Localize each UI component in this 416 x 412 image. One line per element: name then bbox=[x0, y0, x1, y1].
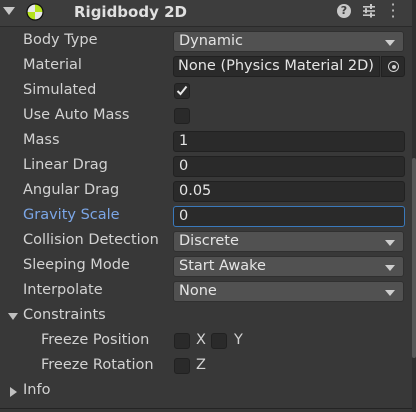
chevron-down-icon bbox=[385, 265, 395, 271]
angular-drag-value: 0.05 bbox=[179, 183, 212, 199]
mass-row: Mass 1 bbox=[0, 129, 412, 154]
material-row: Material None (Physics Material 2D) bbox=[0, 54, 412, 79]
mass-value: 1 bbox=[179, 133, 189, 149]
use-auto-mass-label: Use Auto Mass bbox=[23, 107, 130, 123]
gravity-scale-label: Gravity Scale bbox=[23, 207, 120, 223]
chevron-down-icon bbox=[385, 240, 395, 246]
constraints-foldout[interactable]: Constraints bbox=[0, 304, 412, 329]
collision-detection-value: Discrete bbox=[179, 233, 239, 249]
sleeping-mode-row: Sleeping Mode Start Awake bbox=[0, 254, 412, 279]
angular-drag-row: Angular Drag 0.05 bbox=[0, 179, 412, 204]
info-foldout[interactable]: Info bbox=[0, 379, 412, 404]
component-title: Rigidbody 2D bbox=[74, 3, 187, 21]
material-label: Material bbox=[23, 57, 82, 73]
freeze-position-row: Freeze Position X Y bbox=[0, 329, 412, 354]
fold-down-icon[interactable] bbox=[8, 313, 18, 320]
preset-icon[interactable] bbox=[361, 3, 377, 19]
body-type-row: Body Type Dynamic bbox=[0, 29, 412, 54]
scrollbar-thumb[interactable] bbox=[412, 158, 416, 358]
interpolate-dropdown[interactable]: None bbox=[173, 281, 404, 302]
kebab-menu-icon[interactable]: · · · bbox=[389, 0, 397, 25]
object-picker-button[interactable] bbox=[381, 56, 405, 77]
use-auto-mass-row: Use Auto Mass bbox=[0, 104, 412, 129]
linear-drag-field[interactable]: 0 bbox=[173, 156, 405, 177]
fold-arrow-icon[interactable] bbox=[3, 7, 15, 15]
chevron-down-icon bbox=[385, 40, 395, 46]
simulated-row: Simulated bbox=[0, 79, 412, 104]
material-value: None (Physics Material 2D) bbox=[178, 58, 374, 74]
collision-detection-row: Collision Detection Discrete bbox=[0, 229, 412, 254]
interpolate-value: None bbox=[179, 283, 217, 299]
scrollbar[interactable] bbox=[412, 0, 416, 412]
collision-detection-dropdown[interactable]: Discrete bbox=[173, 231, 404, 252]
freeze-rotation-z-label: Z bbox=[196, 357, 206, 373]
freeze-position-y-checkbox[interactable] bbox=[211, 333, 227, 349]
object-picker-icon bbox=[388, 61, 399, 72]
gravity-scale-value: 0 bbox=[179, 208, 189, 224]
linear-drag-label: Linear Drag bbox=[23, 157, 108, 173]
use-auto-mass-checkbox[interactable] bbox=[174, 108, 190, 124]
mass-field[interactable]: 1 bbox=[173, 131, 405, 152]
sleeping-mode-dropdown[interactable]: Start Awake bbox=[173, 256, 404, 277]
linear-drag-row: Linear Drag 0 bbox=[0, 154, 412, 179]
gravity-scale-row: Gravity Scale 0 bbox=[0, 204, 412, 229]
sleeping-mode-label: Sleeping Mode bbox=[23, 257, 130, 273]
collision-detection-label: Collision Detection bbox=[23, 232, 159, 248]
interpolate-label: Interpolate bbox=[23, 282, 103, 298]
freeze-rotation-z-checkbox[interactable] bbox=[174, 358, 190, 374]
freeze-rotation-row: Freeze Rotation Z bbox=[0, 354, 412, 379]
freeze-position-x-label: X bbox=[196, 332, 206, 348]
component-header[interactable]: Rigidbody 2D ? · · · bbox=[0, 0, 416, 27]
body-type-label: Body Type bbox=[23, 32, 98, 48]
info-label: Info bbox=[23, 382, 51, 398]
angular-drag-field[interactable]: 0.05 bbox=[173, 181, 405, 202]
material-object-field[interactable]: None (Physics Material 2D) bbox=[173, 56, 380, 77]
simulated-label: Simulated bbox=[23, 82, 97, 98]
simulated-checkbox[interactable] bbox=[174, 83, 190, 99]
angular-drag-label: Angular Drag bbox=[23, 182, 120, 198]
sleeping-mode-value: Start Awake bbox=[179, 258, 266, 274]
body-type-dropdown[interactable]: Dynamic bbox=[173, 31, 404, 52]
rigidbody2d-icon bbox=[26, 3, 44, 21]
checkmark-icon bbox=[176, 85, 188, 96]
interpolate-row: Interpolate None bbox=[0, 279, 412, 304]
fold-right-icon[interactable] bbox=[10, 387, 17, 397]
help-icon[interactable]: ? bbox=[337, 4, 351, 18]
freeze-position-label: Freeze Position bbox=[41, 332, 150, 348]
gravity-scale-field[interactable]: 0 bbox=[173, 206, 405, 227]
freeze-position-x-checkbox[interactable] bbox=[174, 333, 190, 349]
freeze-position-y-label: Y bbox=[234, 332, 243, 348]
body-type-value: Dynamic bbox=[179, 33, 243, 49]
chevron-down-icon bbox=[385, 290, 395, 296]
linear-drag-value: 0 bbox=[179, 158, 189, 174]
constraints-label: Constraints bbox=[23, 307, 106, 323]
divider bbox=[0, 408, 412, 409]
mass-label: Mass bbox=[23, 132, 60, 148]
freeze-rotation-label: Freeze Rotation bbox=[41, 357, 154, 373]
